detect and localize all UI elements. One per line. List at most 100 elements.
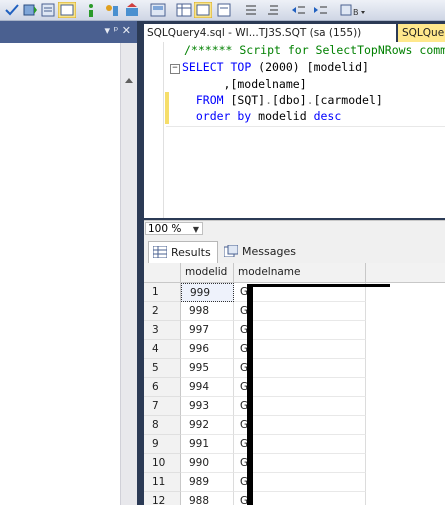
cell-modelid[interactable]: 999 [181,283,234,302]
scroll-up-icon[interactable] [121,73,137,89]
table-row[interactable]: 5 995 G [144,359,445,378]
cell-modelname[interactable]: G [234,340,366,359]
cell-modelname[interactable]: G [234,359,366,378]
specify-values-icon[interactable]: B [340,2,366,18]
editor-margin [163,42,164,218]
table-row[interactable]: 3 997 G [144,321,445,340]
messages-icon [224,245,238,257]
client-stats-icon[interactable] [104,2,120,18]
column-modelid: [modelid] [299,60,369,74]
cell-modelname[interactable]: G [234,302,366,321]
grid-view-icon[interactable] [176,2,192,18]
code-line-1: /****** Script for SelectTopNRows comman… [184,43,445,57]
column-header-modelname[interactable]: modelname [234,263,366,282]
row-number[interactable]: 3 [144,321,181,340]
table-name: [carmodel] [313,93,383,107]
schema-name: [dbo] [272,93,307,107]
cell-modelid[interactable]: 989 [181,473,234,492]
cell-modelname[interactable]: G [234,435,366,454]
cell-modelname[interactable]: G [234,378,366,397]
cell-modelid[interactable]: 992 [181,416,234,435]
cell-modelid[interactable]: 996 [181,340,234,359]
increase-indent-icon[interactable] [312,2,328,18]
row-number[interactable]: 1 [144,283,181,302]
db-name: [SQT] [223,93,266,107]
keyword-select: SELECT [182,60,224,74]
collapse-toggle-icon[interactable]: − [170,64,180,74]
row-number[interactable]: 2 [144,302,181,321]
cell-modelid[interactable]: 998 [181,302,234,321]
row-number[interactable]: 12 [144,492,181,505]
cell-modelid[interactable]: 997 [181,321,234,340]
zoom-dropdown[interactable]: 100 % ▼ [145,222,203,235]
table-row[interactable]: 11 989 G [144,473,445,492]
debug-icon[interactable] [22,2,38,18]
redaction-bar-horizontal [247,284,390,287]
layout-icon[interactable] [150,2,166,18]
uncomment-icon[interactable] [266,2,280,18]
keyword-desc: desc [313,109,342,123]
table-row[interactable]: 6 994 G [144,378,445,397]
checkmark-icon[interactable] [4,2,20,18]
cell-modelid[interactable]: 988 [181,492,234,505]
table-row[interactable]: 4 996 G [144,340,445,359]
row-number[interactable]: 11 [144,473,181,492]
redaction-bar-vertical [247,285,253,505]
live-stats-icon[interactable] [124,2,140,18]
row-number[interactable]: 4 [144,340,181,359]
results-to-grid-icon[interactable] [58,2,76,18]
results-grid[interactable]: modelid modelname 1 999 G 2 998 G 3 997 G 4 996 G 5 9… [144,263,445,505]
cell-modelid[interactable]: 991 [181,435,234,454]
cell-modelname[interactable]: G [234,454,366,473]
cell-modelname[interactable]: G [234,492,366,505]
text-view-icon[interactable] [194,2,212,18]
dropdown-arrow-icon: ▼ [192,225,199,234]
dot-2: . [306,93,314,107]
cell-modelid[interactable]: 995 [181,359,234,378]
tab-sqlquery4[interactable]: SQLQuery4.sql - WI...TJ3S.SQT (sa (155)) [144,24,396,42]
cell-modelname[interactable]: G [234,473,366,492]
table-row[interactable]: 10 990 G [144,454,445,473]
cell-modelid[interactable]: 990 [181,454,234,473]
cell-modelname[interactable]: G [234,416,366,435]
toolbar: B [0,0,445,21]
cell-modelid[interactable]: 993 [181,397,234,416]
table-row[interactable]: 9 991 G [144,435,445,454]
cell-modelid[interactable]: 994 [181,378,234,397]
tab-results[interactable]: Results [148,241,218,263]
results-tab-bar: Results Messages [144,237,445,264]
svg-text:B: B [353,8,359,17]
row-number[interactable]: 5 [144,359,181,378]
left-panel-header: ▾ ᵖ ✕ [0,21,137,44]
row-number[interactable]: 6 [144,378,181,397]
table-row[interactable]: 8 992 G [144,416,445,435]
column-header-modelid[interactable]: modelid [181,263,234,282]
table-row[interactable]: 12 988 G [144,492,445,505]
include-plan-icon[interactable] [84,2,98,18]
row-number[interactable]: 8 [144,416,181,435]
document-tab-bar: SQLQuery4.sql - WI...TJ3S.SQT (sa (155))… [144,21,445,42]
table-row[interactable]: 7 993 G [144,397,445,416]
comment-icon[interactable] [244,2,258,18]
query-editor[interactable]: − /****** Script for SelectTopNRows comm… [144,42,445,218]
left-panel-scrollbar[interactable] [120,43,137,505]
row-number-header[interactable] [144,263,181,282]
row-number[interactable]: 10 [144,454,181,473]
keyword-top: TOP [223,60,259,74]
query-options-icon[interactable] [40,2,56,18]
cell-modelname[interactable]: G [234,397,366,416]
panel-controls[interactable]: ▾ ᵖ ✕ [105,24,131,37]
row-number[interactable]: 7 [144,397,181,416]
messages-label: Messages [242,245,296,258]
dot-1: . [265,93,273,107]
table-row[interactable]: 2 998 G [144,302,445,321]
tab-other-query[interactable]: SQLQue [398,24,445,42]
grid-icon [153,246,167,258]
decrease-indent-icon[interactable] [290,2,306,18]
splitter[interactable] [137,21,144,505]
object-explorer-panel[interactable] [0,43,120,505]
cell-modelname[interactable]: G [234,321,366,340]
file-view-icon[interactable] [216,2,232,18]
tab-messages[interactable]: Messages [220,241,300,262]
row-number[interactable]: 9 [144,435,181,454]
